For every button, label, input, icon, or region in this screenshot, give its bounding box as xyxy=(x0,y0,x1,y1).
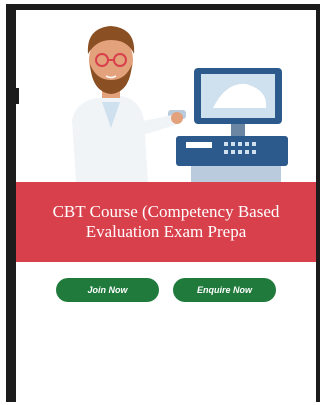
course-title-line2: Evaluation Exam Prepa xyxy=(85,222,247,241)
course-banner: CBT Course (Competency Based Evaluation … xyxy=(16,182,316,262)
course-title-line1: CBT Course (Competency Based xyxy=(52,202,280,221)
action-buttons: Join Now Enquire Now xyxy=(16,278,316,302)
enquire-now-button[interactable]: Enquire Now xyxy=(173,278,276,302)
doctor-ultrasound-illustration xyxy=(72,26,288,182)
join-now-button[interactable]: Join Now xyxy=(56,278,159,302)
